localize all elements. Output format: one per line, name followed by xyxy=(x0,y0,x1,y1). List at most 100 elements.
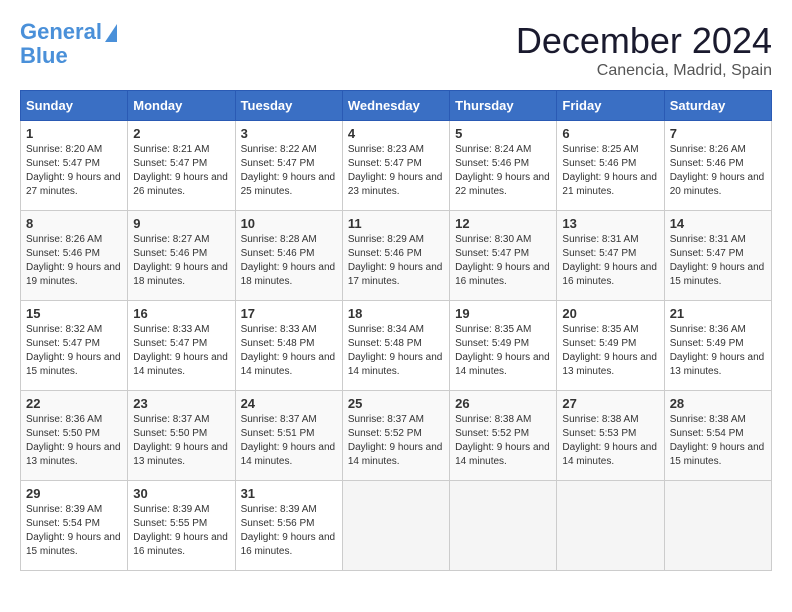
month-title: December 2024 xyxy=(516,20,772,62)
calendar-week-row: 22Sunrise: 8:36 AMSunset: 5:50 PMDayligh… xyxy=(21,391,772,481)
day-number: 27 xyxy=(562,396,658,411)
cell-info: Sunrise: 8:39 AMSunset: 5:54 PMDaylight:… xyxy=(26,503,122,559)
cell-info: Sunrise: 8:31 AMSunset: 5:47 PMDaylight:… xyxy=(562,233,658,289)
calendar-cell: 21 Sunrise: 8:36 AMSunset: 5:49 PMDayligh… xyxy=(664,301,771,391)
cell-info: Sunrise: 8:35 AMSunset: 5:49 PMDaylight:… xyxy=(455,323,551,379)
cell-info: Sunrise: 8:33 AMSunset: 5:47 PMDaylight:… xyxy=(133,323,229,379)
calendar-cell: 1Sunrise: 8:20 AMSunset: 5:47 PMDaylight… xyxy=(21,121,128,211)
calendar-cell: 4Sunrise: 8:23 AMSunset: 5:47 PMDaylight… xyxy=(342,121,449,211)
cell-info: Sunrise: 8:38 AMSunset: 5:52 PMDaylight:… xyxy=(455,413,551,469)
cell-info: Sunrise: 8:21 AMSunset: 5:47 PMDaylight:… xyxy=(133,143,229,199)
day-number: 24 xyxy=(241,396,337,411)
location: Canencia, Madrid, Spain xyxy=(516,62,772,80)
calendar-cell: 26Sunrise: 8:38 AMSunset: 5:52 PMDayligh… xyxy=(450,391,557,481)
cell-info: Sunrise: 8:22 AMSunset: 5:47 PMDaylight:… xyxy=(241,143,337,199)
calendar-table: SundayMondayTuesdayWednesdayThursdayFrid… xyxy=(20,90,772,571)
cell-info: Sunrise: 8:34 AMSunset: 5:48 PMDaylight:… xyxy=(348,323,444,379)
day-number: 11 xyxy=(348,216,444,231)
calendar-cell: 10Sunrise: 8:28 AMSunset: 5:46 PMDayligh… xyxy=(235,211,342,301)
day-number: 21 xyxy=(670,306,766,321)
calendar-week-row: 29 Sunrise: 8:39 AMSunset: 5:54 PMDayligh… xyxy=(21,481,772,571)
day-number: 16 xyxy=(133,306,229,321)
calendar-cell: 19 Sunrise: 8:35 AMSunset: 5:49 PMDayligh… xyxy=(450,301,557,391)
calendar-cell: 11 Sunrise: 8:29 AMSunset: 5:46 PMDayligh… xyxy=(342,211,449,301)
day-number: 28 xyxy=(670,396,766,411)
title-area: December 2024 Canencia, Madrid, Spain xyxy=(516,20,772,80)
calendar-cell: 5 Sunrise: 8:24 AMSunset: 5:46 PMDaylight… xyxy=(450,121,557,211)
calendar-cell: 16 Sunrise: 8:33 AMSunset: 5:47 PMDayligh… xyxy=(128,301,235,391)
weekday-header-friday: Friday xyxy=(557,91,664,121)
page-header: General Blue December 2024 Canencia, Mad… xyxy=(20,20,772,80)
cell-info: Sunrise: 8:38 AMSunset: 5:53 PMDaylight:… xyxy=(562,413,658,469)
cell-info: Sunrise: 8:32 AMSunset: 5:47 PMDaylight:… xyxy=(26,323,122,379)
weekday-header-tuesday: Tuesday xyxy=(235,91,342,121)
day-number: 25 xyxy=(348,396,444,411)
weekday-header-wednesday: Wednesday xyxy=(342,91,449,121)
calendar-cell: 7Sunrise: 8:26 AMSunset: 5:46 PMDaylight… xyxy=(664,121,771,211)
calendar-cell: 24 Sunrise: 8:37 AMSunset: 5:51 PMDayligh… xyxy=(235,391,342,481)
cell-info: Sunrise: 8:31 AMSunset: 5:47 PMDaylight:… xyxy=(670,233,766,289)
logo-triangle-icon xyxy=(105,24,117,42)
cell-info: Sunrise: 8:26 AMSunset: 5:46 PMDaylight:… xyxy=(670,143,766,199)
weekday-header-saturday: Saturday xyxy=(664,91,771,121)
weekday-header-sunday: Sunday xyxy=(21,91,128,121)
cell-info: Sunrise: 8:38 AMSunset: 5:54 PMDaylight:… xyxy=(670,413,766,469)
day-number: 20 xyxy=(562,306,658,321)
logo-blue-text: Blue xyxy=(20,44,117,68)
calendar-cell xyxy=(450,481,557,571)
day-number: 12 xyxy=(455,216,551,231)
day-number: 15 xyxy=(26,306,122,321)
weekday-header-monday: Monday xyxy=(128,91,235,121)
calendar-cell: 25 Sunrise: 8:37 AMSunset: 5:52 PMDayligh… xyxy=(342,391,449,481)
calendar-cell xyxy=(664,481,771,571)
calendar-cell: 18 Sunrise: 8:34 AMSunset: 5:48 PMDayligh… xyxy=(342,301,449,391)
calendar-cell: 2 Sunrise: 8:21 AMSunset: 5:47 PMDaylight… xyxy=(128,121,235,211)
calendar-week-row: 15 Sunrise: 8:32 AMSunset: 5:47 PMDayligh… xyxy=(21,301,772,391)
calendar-cell: 6Sunrise: 8:25 AMSunset: 5:46 PMDaylight… xyxy=(557,121,664,211)
calendar-week-row: 1Sunrise: 8:20 AMSunset: 5:47 PMDaylight… xyxy=(21,121,772,211)
calendar-cell: 13 Sunrise: 8:31 AMSunset: 5:47 PMDayligh… xyxy=(557,211,664,301)
cell-info: Sunrise: 8:39 AMSunset: 5:55 PMDaylight:… xyxy=(133,503,229,559)
cell-info: Sunrise: 8:37 AMSunset: 5:52 PMDaylight:… xyxy=(348,413,444,469)
calendar-cell: 22Sunrise: 8:36 AMSunset: 5:50 PMDayligh… xyxy=(21,391,128,481)
cell-info: Sunrise: 8:30 AMSunset: 5:47 PMDaylight:… xyxy=(455,233,551,289)
calendar-cell: 23 Sunrise: 8:37 AMSunset: 5:50 PMDayligh… xyxy=(128,391,235,481)
day-number: 3 xyxy=(241,126,337,141)
day-number: 5 xyxy=(455,126,551,141)
day-number: 9 xyxy=(133,216,229,231)
day-number: 13 xyxy=(562,216,658,231)
day-number: 23 xyxy=(133,396,229,411)
cell-info: Sunrise: 8:37 AMSunset: 5:50 PMDaylight:… xyxy=(133,413,229,469)
day-number: 17 xyxy=(241,306,337,321)
day-number: 18 xyxy=(348,306,444,321)
calendar-cell: 29 Sunrise: 8:39 AMSunset: 5:54 PMDayligh… xyxy=(21,481,128,571)
day-number: 10 xyxy=(241,216,337,231)
cell-info: Sunrise: 8:24 AMSunset: 5:46 PMDaylight:… xyxy=(455,143,551,199)
cell-info: Sunrise: 8:37 AMSunset: 5:51 PMDaylight:… xyxy=(241,413,337,469)
calendar-cell: 30 Sunrise: 8:39 AMSunset: 5:55 PMDayligh… xyxy=(128,481,235,571)
calendar-cell xyxy=(557,481,664,571)
cell-info: Sunrise: 8:36 AMSunset: 5:50 PMDaylight:… xyxy=(26,413,122,469)
day-number: 2 xyxy=(133,126,229,141)
cell-info: Sunrise: 8:29 AMSunset: 5:46 PMDaylight:… xyxy=(348,233,444,289)
calendar-cell: 12 Sunrise: 8:30 AMSunset: 5:47 PMDayligh… xyxy=(450,211,557,301)
calendar-cell: 8Sunrise: 8:26 AMSunset: 5:46 PMDaylight… xyxy=(21,211,128,301)
day-number: 19 xyxy=(455,306,551,321)
calendar-week-row: 8Sunrise: 8:26 AMSunset: 5:46 PMDaylight… xyxy=(21,211,772,301)
calendar-cell: 3 Sunrise: 8:22 AMSunset: 5:47 PMDaylight… xyxy=(235,121,342,211)
calendar-header-row: SundayMondayTuesdayWednesdayThursdayFrid… xyxy=(21,91,772,121)
cell-info: Sunrise: 8:39 AMSunset: 5:56 PMDaylight:… xyxy=(241,503,337,559)
calendar-cell: 17 Sunrise: 8:33 AMSunset: 5:48 PMDayligh… xyxy=(235,301,342,391)
calendar-cell: 27 Sunrise: 8:38 AMSunset: 5:53 PMDayligh… xyxy=(557,391,664,481)
cell-info: Sunrise: 8:36 AMSunset: 5:49 PMDaylight:… xyxy=(670,323,766,379)
calendar-cell: 9 Sunrise: 8:27 AMSunset: 5:46 PMDaylight… xyxy=(128,211,235,301)
calendar-cell: 20 Sunrise: 8:35 AMSunset: 5:49 PMDayligh… xyxy=(557,301,664,391)
day-number: 29 xyxy=(26,486,122,501)
cell-info: Sunrise: 8:35 AMSunset: 5:49 PMDaylight:… xyxy=(562,323,658,379)
calendar-cell: 14Sunrise: 8:31 AMSunset: 5:47 PMDayligh… xyxy=(664,211,771,301)
cell-info: Sunrise: 8:33 AMSunset: 5:48 PMDaylight:… xyxy=(241,323,337,379)
cell-info: Sunrise: 8:27 AMSunset: 5:46 PMDaylight:… xyxy=(133,233,229,289)
day-number: 30 xyxy=(133,486,229,501)
calendar-cell: 31Sunrise: 8:39 AMSunset: 5:56 PMDayligh… xyxy=(235,481,342,571)
cell-info: Sunrise: 8:20 AMSunset: 5:47 PMDaylight:… xyxy=(26,143,122,199)
